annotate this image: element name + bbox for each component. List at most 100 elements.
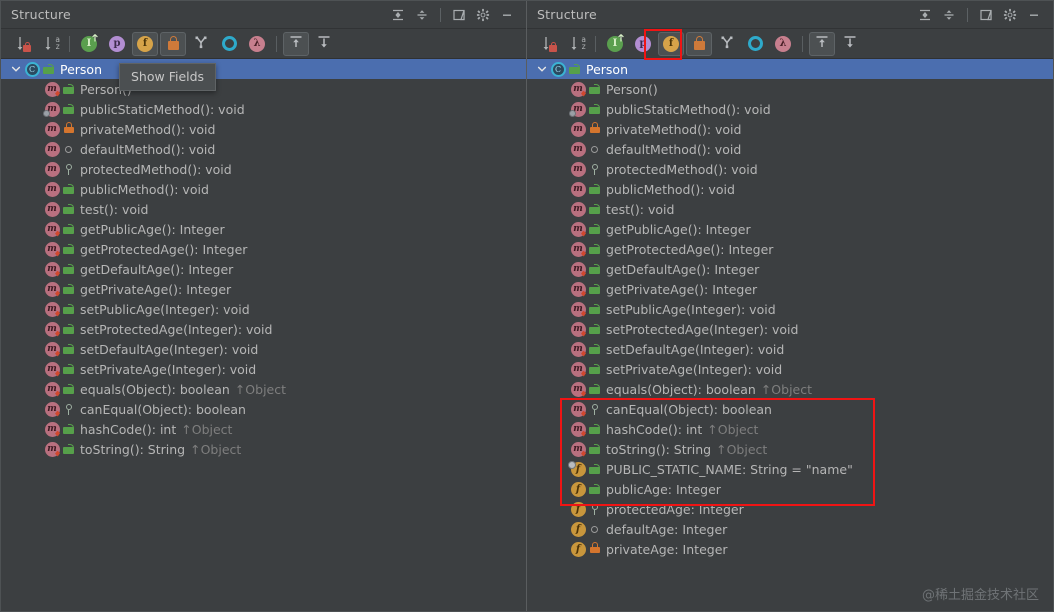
collapse-all-icon[interactable] [411, 4, 433, 26]
show-anonymous-classes-button[interactable] [714, 32, 740, 56]
method-icon: m [570, 241, 586, 257]
field-icon-wrap: f [569, 521, 587, 537]
show-non-public-button[interactable] [160, 31, 186, 56]
autoscroll-from-source-button[interactable] [311, 32, 337, 56]
tree-row[interactable]: m setDefaultAge(Integer): void [527, 339, 1053, 359]
public-visibility-icon [61, 303, 76, 314]
group-by-type-button[interactable] [216, 32, 242, 56]
autoscroll-to-source-button[interactable] [283, 31, 309, 56]
tree-row[interactable]: m publicMethod(): void [1, 179, 526, 199]
show-properties-button[interactable]: p [630, 32, 656, 56]
tree-row[interactable]: m privateMethod(): void [1, 119, 526, 139]
tree-row[interactable]: m hashCode(): int ↑Object [527, 419, 1053, 439]
tree-row[interactable]: m canEqual(Object): boolean [527, 399, 1053, 419]
tree-row[interactable]: m publicStaticMethod(): void [527, 99, 1053, 119]
tree-row[interactable]: m test(): void [1, 199, 526, 219]
tree-row[interactable]: m privateMethod(): void [527, 119, 1053, 139]
window-layout-icon[interactable] [448, 4, 470, 26]
tree-row[interactable]: m getPublicAge(): Integer [527, 219, 1053, 239]
panel-left-toolbar: az I p f λ [1, 29, 526, 59]
show-lambdas-button[interactable]: λ [770, 32, 796, 56]
autoscroll-from-source-button[interactable] [837, 32, 863, 56]
show-anonymous-classes-button[interactable] [188, 32, 214, 56]
sort-alphabetically-button[interactable]: az [37, 32, 63, 56]
tree-row[interactable]: m getPrivateAge(): Integer [527, 279, 1053, 299]
sort-alphabetically-button[interactable]: az [563, 32, 589, 56]
expand-all-icon[interactable] [914, 4, 936, 26]
tree-row[interactable]: m test(): void [527, 199, 1053, 219]
sort-by-visibility-button[interactable] [9, 32, 35, 56]
properties-icon: p [109, 35, 125, 52]
public-visibility-icon [41, 63, 56, 74]
inherited-from-label: ↑Object [760, 381, 813, 397]
public-visibility-icon-glyph [63, 283, 74, 294]
tree-row[interactable]: m getProtectedAge(): Integer [527, 239, 1053, 259]
show-inherited-button[interactable]: I [76, 32, 102, 56]
tree-row[interactable]: m getPublicAge(): Integer [1, 219, 526, 239]
tree-row[interactable]: m defaultMethod(): void [527, 139, 1053, 159]
show-inherited-button[interactable]: I [602, 32, 628, 56]
private-visibility-icon [587, 542, 602, 553]
tree-row[interactable]: m equals(Object): boolean ↑Object [527, 379, 1053, 399]
show-fields-button[interactable]: f [132, 31, 158, 56]
tree-row[interactable]: m toString(): String ↑Object [527, 439, 1053, 459]
protected-visibility-icon [61, 163, 76, 175]
tree-row[interactable]: m canEqual(Object): boolean [1, 399, 526, 419]
tree-row[interactable]: m protectedMethod(): void [527, 159, 1053, 179]
tree-row[interactable]: m hashCode(): int ↑Object [1, 419, 526, 439]
chevron-down-icon[interactable] [9, 62, 23, 76]
public-visibility-icon-glyph [589, 343, 600, 354]
tree-row[interactable]: f publicAge: Integer [527, 479, 1053, 499]
show-lambdas-button[interactable]: λ [244, 32, 270, 56]
tree-row[interactable]: m Person() [1, 79, 526, 99]
sort-by-visibility-button[interactable] [535, 32, 561, 56]
tree-row[interactable]: m protectedMethod(): void [1, 159, 526, 179]
gear-icon[interactable] [999, 4, 1021, 26]
tree-row[interactable]: f defaultAge: Integer [527, 519, 1053, 539]
tree-row[interactable]: C Person [527, 59, 1053, 79]
tree-row[interactable]: m setPrivateAge(Integer): void [1, 359, 526, 379]
public-visibility-icon [61, 343, 76, 354]
tree-row[interactable]: m getDefaultAge(): Integer [1, 259, 526, 279]
tree-row[interactable]: m setPublicAge(Integer): void [527, 299, 1053, 319]
method-icon: m [570, 381, 586, 397]
tree-row[interactable]: m equals(Object): boolean ↑Object [1, 379, 526, 399]
inherited-from-label: ↑Object [707, 421, 759, 437]
tree-row[interactable]: f PUBLIC_STATIC_NAME: String = "name" [527, 459, 1053, 479]
window-layout-icon[interactable] [975, 4, 997, 26]
method-icon: m [570, 281, 586, 297]
tree-row[interactable]: f privateAge: Integer [527, 539, 1053, 559]
tree-row[interactable]: m setDefaultAge(Integer): void [1, 339, 526, 359]
watermark: @稀土掘金技术社区 [921, 588, 1039, 603]
tree-row[interactable]: C Person [1, 59, 526, 79]
tree-row[interactable]: m setPublicAge(Integer): void [1, 299, 526, 319]
structure-tree-left[interactable]: C Person m Person() m publicStaticMethod(): v… [1, 59, 526, 611]
default-visibility-icon-glyph [591, 145, 598, 153]
structure-tree-right[interactable]: C Person m Person() m publicStaticMethod(): v… [527, 59, 1053, 611]
method-icon-wrap: m [569, 241, 587, 257]
expand-all-icon[interactable] [387, 4, 409, 26]
tree-row[interactable]: m publicStaticMethod(): void [1, 99, 526, 119]
chevron-down-icon[interactable] [535, 62, 549, 76]
group-by-type-button[interactable] [742, 32, 768, 56]
collapse-all-icon[interactable] [938, 4, 960, 26]
gear-icon[interactable] [472, 4, 494, 26]
tree-row[interactable]: m getDefaultAge(): Integer [527, 259, 1053, 279]
tree-row[interactable]: m setProtectedAge(Integer): void [1, 319, 526, 339]
method-icon: m [570, 141, 586, 157]
show-fields-button[interactable]: f [658, 31, 684, 56]
autoscroll-to-source-button[interactable] [809, 31, 835, 56]
tree-row[interactable]: m publicMethod(): void [527, 179, 1053, 199]
tree-row[interactable]: m toString(): String ↑Object [1, 439, 526, 459]
tree-row[interactable]: m getProtectedAge(): Integer [1, 239, 526, 259]
tree-row[interactable]: m setProtectedAge(Integer): void [527, 319, 1053, 339]
show-non-public-button[interactable] [686, 31, 712, 56]
tree-row[interactable]: f protectedAge: Integer [527, 499, 1053, 519]
tree-row[interactable]: m getPrivateAge(): Integer [1, 279, 526, 299]
tree-row[interactable]: m Person() [527, 79, 1053, 99]
tree-row[interactable]: m defaultMethod(): void [1, 139, 526, 159]
minimize-icon[interactable] [1023, 4, 1045, 26]
minimize-icon[interactable] [496, 4, 518, 26]
show-properties-button[interactable]: p [104, 32, 130, 56]
tree-row[interactable]: m setPrivateAge(Integer): void [527, 359, 1053, 379]
